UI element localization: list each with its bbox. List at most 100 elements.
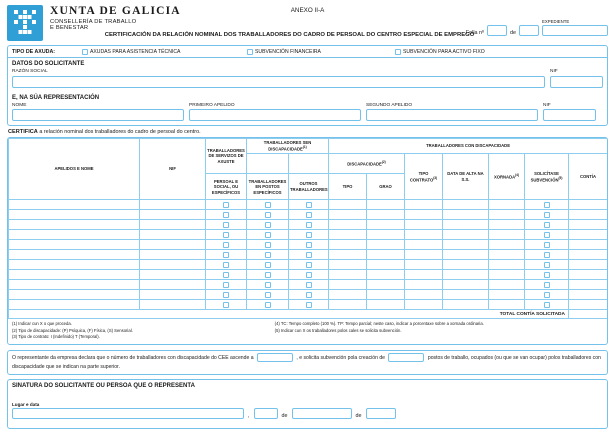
table-cell[interactable] xyxy=(367,210,405,220)
table-cell[interactable] xyxy=(9,220,140,230)
table-cell[interactable] xyxy=(489,290,525,300)
row-checkbox[interactable] xyxy=(544,202,550,208)
primeiro-apelido-field[interactable] xyxy=(189,109,361,121)
table-cell[interactable] xyxy=(247,250,289,260)
table-cell[interactable] xyxy=(443,280,489,290)
table-cell[interactable] xyxy=(443,290,489,300)
table-cell[interactable] xyxy=(247,230,289,240)
table-cell[interactable] xyxy=(329,240,367,250)
table-cell[interactable] xyxy=(289,200,329,210)
table-cell[interactable] xyxy=(405,240,443,250)
table-cell[interactable] xyxy=(525,240,569,250)
row-checkbox[interactable] xyxy=(265,292,271,298)
table-cell[interactable] xyxy=(405,300,443,310)
row-checkbox[interactable] xyxy=(544,212,550,218)
table-cell[interactable] xyxy=(247,260,289,270)
table-cell[interactable] xyxy=(489,230,525,240)
row-checkbox[interactable] xyxy=(223,302,229,308)
table-cell[interactable] xyxy=(289,210,329,220)
nome-field[interactable] xyxy=(12,109,184,121)
row-checkbox[interactable] xyxy=(265,262,271,268)
row-checkbox[interactable] xyxy=(265,212,271,218)
table-cell[interactable] xyxy=(329,300,367,310)
checkbox-subvencion-activo-fixo[interactable] xyxy=(395,49,401,55)
table-cell[interactable] xyxy=(367,250,405,260)
row-checkbox[interactable] xyxy=(265,252,271,258)
row-checkbox[interactable] xyxy=(265,242,271,248)
table-cell[interactable] xyxy=(405,280,443,290)
table-cell[interactable] xyxy=(9,200,140,210)
table-cell[interactable] xyxy=(367,280,405,290)
table-cell[interactable] xyxy=(569,230,608,240)
table-cell[interactable] xyxy=(206,230,247,240)
table-cell[interactable] xyxy=(247,240,289,250)
row-checkbox[interactable] xyxy=(544,252,550,258)
row-checkbox[interactable] xyxy=(223,252,229,258)
table-cell[interactable] xyxy=(329,230,367,240)
table-cell[interactable] xyxy=(140,220,206,230)
table-cell[interactable] xyxy=(569,240,608,250)
table-cell[interactable] xyxy=(289,260,329,270)
table-cell[interactable] xyxy=(525,270,569,280)
razon-social-field[interactable] xyxy=(12,76,545,88)
table-cell[interactable] xyxy=(405,210,443,220)
table-cell[interactable] xyxy=(289,240,329,250)
table-cell[interactable] xyxy=(569,270,608,280)
table-cell[interactable] xyxy=(489,220,525,230)
table-cell[interactable] xyxy=(525,260,569,270)
table-cell[interactable] xyxy=(489,280,525,290)
solicitante-nif-field[interactable] xyxy=(550,76,603,88)
row-checkbox[interactable] xyxy=(544,272,550,278)
table-cell[interactable] xyxy=(405,290,443,300)
table-cell[interactable] xyxy=(489,270,525,280)
table-cell[interactable] xyxy=(525,280,569,290)
checkbox-subvencion-financeira[interactable] xyxy=(247,49,253,55)
row-checkbox[interactable] xyxy=(306,242,312,248)
table-cell[interactable] xyxy=(140,260,206,270)
table-cell[interactable] xyxy=(247,200,289,210)
table-cell[interactable] xyxy=(443,230,489,240)
folla-number-field[interactable] xyxy=(487,25,507,36)
table-cell[interactable] xyxy=(489,200,525,210)
segundo-apelido-field[interactable] xyxy=(366,109,538,121)
row-checkbox[interactable] xyxy=(544,302,550,308)
year-field[interactable] xyxy=(366,408,396,419)
table-cell[interactable] xyxy=(206,210,247,220)
row-checkbox[interactable] xyxy=(306,252,312,258)
table-cell[interactable] xyxy=(247,280,289,290)
table-cell[interactable] xyxy=(569,290,608,300)
table-cell[interactable] xyxy=(329,200,367,210)
row-checkbox[interactable] xyxy=(306,272,312,278)
table-cell[interactable] xyxy=(329,290,367,300)
table-cell[interactable] xyxy=(9,240,140,250)
table-cell[interactable] xyxy=(206,200,247,210)
table-cell[interactable] xyxy=(525,210,569,220)
table-cell[interactable] xyxy=(289,230,329,240)
table-cell[interactable] xyxy=(443,270,489,280)
table-cell[interactable] xyxy=(9,250,140,260)
table-cell[interactable] xyxy=(443,240,489,250)
table-cell[interactable] xyxy=(206,280,247,290)
table-cell[interactable] xyxy=(206,290,247,300)
table-cell[interactable] xyxy=(405,250,443,260)
table-cell[interactable] xyxy=(9,290,140,300)
table-cell[interactable] xyxy=(140,300,206,310)
table-cell[interactable] xyxy=(289,270,329,280)
table-cell[interactable] xyxy=(525,220,569,230)
row-checkbox[interactable] xyxy=(544,222,550,228)
table-cell[interactable] xyxy=(9,300,140,310)
row-checkbox[interactable] xyxy=(544,232,550,238)
table-cell[interactable] xyxy=(367,220,405,230)
folla-total-field[interactable] xyxy=(519,25,539,36)
table-cell[interactable] xyxy=(489,210,525,220)
row-checkbox[interactable] xyxy=(265,202,271,208)
table-cell[interactable] xyxy=(443,220,489,230)
table-cell[interactable] xyxy=(489,300,525,310)
row-checkbox[interactable] xyxy=(265,272,271,278)
table-cell[interactable] xyxy=(329,260,367,270)
table-cell[interactable] xyxy=(247,270,289,280)
row-checkbox[interactable] xyxy=(265,232,271,238)
expediente-field[interactable] xyxy=(542,25,608,36)
table-cell[interactable] xyxy=(367,300,405,310)
row-checkbox[interactable] xyxy=(223,262,229,268)
